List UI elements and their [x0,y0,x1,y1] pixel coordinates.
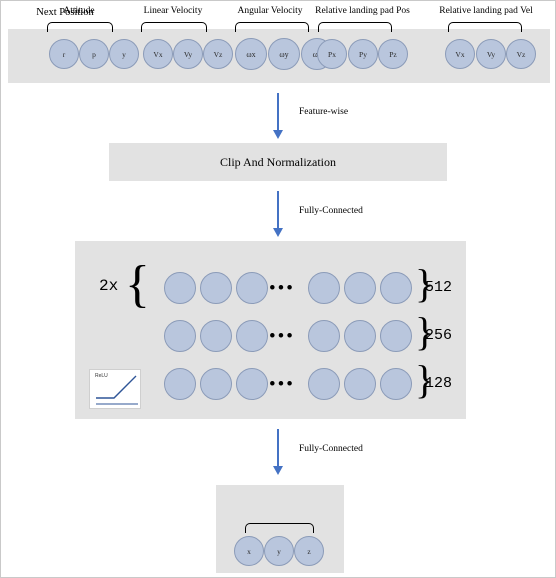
hidden-row-1-dots: ••• [269,278,295,299]
relu-activation-inset: ReLU [89,369,141,409]
hidden-node-r2-n5 [344,320,376,352]
hidden-size-512: 512 [425,279,453,296]
relu-curve-icon [96,375,138,405]
input-node-p: p [79,39,109,69]
hidden-size-128: 128 [425,375,453,392]
diagram-canvas: Attitude r p y Linear Velocity Vx Vy Vz … [0,0,556,578]
hidden-node-r2-n1 [164,320,196,352]
hidden-node-r1-n3 [236,272,268,304]
hidden-node-r3-n5 [344,368,376,400]
hidden-node-r1-n1 [164,272,196,304]
hidden-node-r3-n6 [380,368,412,400]
input-node-vx2: Vx [445,39,475,69]
arrow-label-fully-connected-2: Fully-Connected [299,444,363,454]
clip-and-normalization-block: Clip And Normalization [109,143,447,181]
hidden-node-r3-n4 [308,368,340,400]
brace-left-multiplier: { [125,256,150,313]
arrow-label-fully-connected-1: Fully-Connected [299,206,363,216]
hidden-node-r3-n2 [200,368,232,400]
hidden-row-3-dots: ••• [269,374,295,395]
hidden-node-r2-n6 [380,320,412,352]
brace-relative-landing-pad-vel [448,22,522,32]
hidden-node-r2-n2 [200,320,232,352]
brace-angular-velocity [235,22,309,32]
hidden-node-r3-n3 [236,368,268,400]
input-node-wx: ωx [235,38,267,70]
multiplier-label: 2x [99,277,119,295]
hidden-row-2-dots: ••• [269,326,295,347]
input-node-vz: Vz [203,39,233,69]
input-node-pz: Pz [378,39,408,69]
hidden-node-r1-n5 [344,272,376,304]
arrow-fully-connected-2 [273,429,283,475]
input-node-vx: Vx [143,39,173,69]
input-node-px: Px [317,39,347,69]
hidden-node-r2-n4 [308,320,340,352]
brace-output [245,523,314,533]
brace-attitude [47,22,113,32]
arrow-fully-connected-1 [273,191,283,237]
input-node-vy2: Vy [476,39,506,69]
arrow-feature-wise [273,93,283,139]
input-node-vz2: Vz [506,39,536,69]
hidden-node-r1-n4 [308,272,340,304]
brace-relative-landing-pad-pos [318,22,392,32]
group-label-relative-landing-pad-pos: Relative landing pad Pos [315,6,410,16]
hidden-node-r3-n1 [164,368,196,400]
output-layer-title: Next Position [36,7,94,18]
hidden-node-r2-n3 [236,320,268,352]
arrow-label-feature-wise: Feature-wise [299,107,349,117]
output-node-x: x [234,536,264,566]
input-node-py: Py [348,39,378,69]
output-node-z: z [294,536,324,566]
input-node-y: y [109,39,139,69]
hidden-node-r1-n2 [200,272,232,304]
input-node-r: r [49,39,79,69]
input-node-wy: ωy [268,38,300,70]
clip-and-normalization-label: Clip And Normalization [220,154,336,169]
hidden-node-r1-n6 [380,272,412,304]
brace-linear-velocity [141,22,207,32]
hidden-size-256: 256 [425,327,453,344]
output-node-y: y [264,536,294,566]
input-node-vy: Vy [173,39,203,69]
group-label-relative-landing-pad-vel: Relative landing pad Vel [439,6,533,16]
